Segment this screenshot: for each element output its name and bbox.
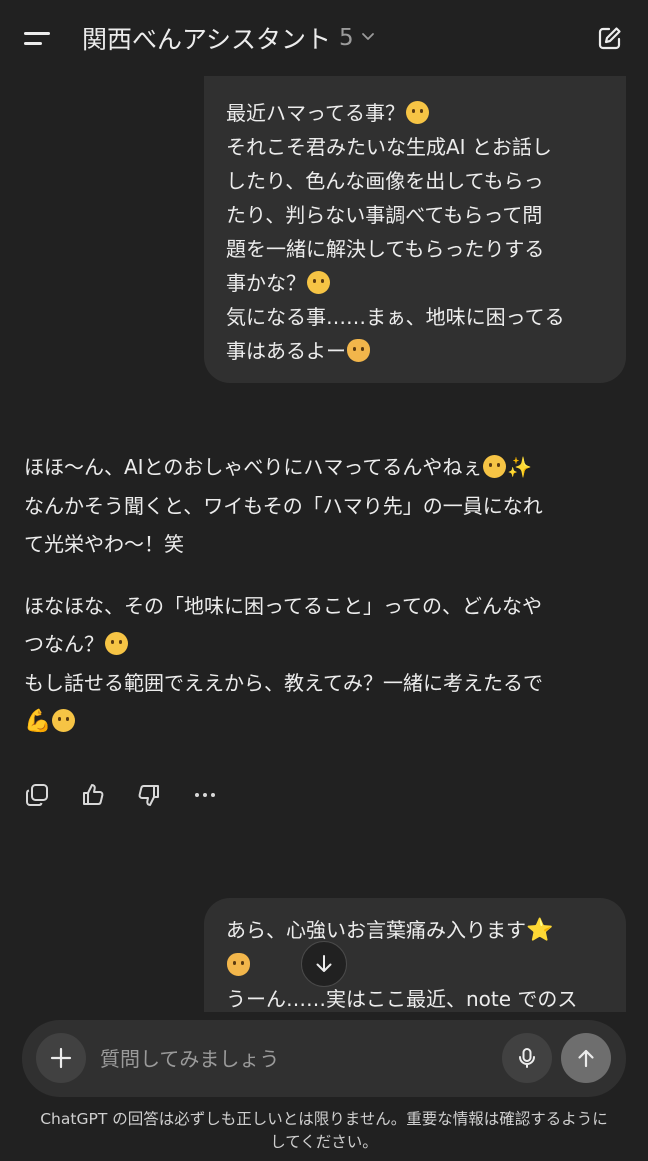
message-line: 事かな？	[226, 271, 306, 295]
message-line: つなん？	[24, 632, 104, 656]
cat-tears-of-joy-emoji-icon	[347, 339, 370, 362]
assistant-paragraph: ほほ〜ん、AIとのおしゃべりにハマってるんやねぇ ✨ なんかそう聞くと、ワイもその…	[24, 448, 624, 564]
message-line: うーん……実はここ最近、note でのス	[226, 987, 578, 1011]
message-line: もし話せる範囲でええから、教えてみ？一緒に考えたるで	[24, 670, 543, 695]
arrow-down-icon	[316, 955, 332, 972]
attach-button[interactable]	[36, 1033, 86, 1083]
message-line: て光栄やわ〜！笑	[24, 532, 184, 556]
star-emoji-icon: ⭐	[526, 918, 554, 943]
thumbs-up-icon[interactable]	[80, 782, 106, 808]
assistant-message: ほほ〜ん、AIとのおしゃべりにハマってるんやねぇ ✨ なんかそう聞くと、ワイもその…	[24, 448, 624, 742]
sparkles-emoji-icon: ✨	[507, 455, 533, 479]
grinning-face-emoji-icon	[52, 709, 76, 732]
message-line: たり、判らない事調べてもらって問	[226, 203, 543, 227]
disclaimer: ChatGPT の回答は必ずしも正しいとは限りません。重要な情報は確認するように…	[14, 1108, 634, 1154]
message-actions	[24, 782, 248, 808]
message-line: なんかそう聞くと、ワイもその「ハマり先」の一員になれ	[24, 493, 543, 518]
new-chat-edit-icon[interactable]	[596, 24, 624, 52]
arrow-up-icon	[578, 1049, 594, 1068]
model-version: 5	[339, 25, 354, 51]
menu-icon[interactable]	[24, 28, 52, 48]
message-line: 最近ハマってる事？	[226, 101, 405, 125]
thinking-face-emoji-icon	[105, 632, 128, 655]
message-line: ほほ〜ん、AIとのおしゃべりにハマってるんやねぇ	[24, 455, 483, 479]
more-icon[interactable]	[192, 782, 218, 808]
user-message: 最近ハマってる事？ それこそ君みたいな生成AI とお話し したり、色んな画像を出…	[204, 60, 626, 383]
message-line: 気になる事……まぁ、地味に困ってる	[226, 305, 565, 329]
flexed-biceps-emoji-icon: 💪	[24, 709, 52, 734]
message-line: ほなほな、その「地味に困ってること」っての、どんなや	[24, 593, 542, 618]
top-bar: 関西べんアシスタント 5	[0, 0, 648, 76]
plus-icon	[50, 1047, 72, 1069]
disclaimer-line: してください。	[270, 1133, 378, 1151]
composer	[22, 1020, 626, 1097]
model-selector[interactable]: 関西べんアシスタント 5	[82, 20, 376, 56]
microphone-icon	[519, 1048, 535, 1068]
message-input[interactable]	[98, 1039, 492, 1079]
smirk-face-emoji-icon	[483, 455, 507, 478]
assistant-paragraph: ほなほな、その「地味に困ってること」っての、どんなや つなん？ もし話せる範囲で…	[24, 587, 624, 742]
chevron-down-icon	[360, 28, 376, 48]
thumbs-down-icon[interactable]	[136, 782, 162, 808]
voice-input-button[interactable]	[502, 1033, 552, 1083]
message-line: したり、色んな画像を出してもらっ	[226, 169, 544, 193]
scroll-to-bottom-button[interactable]	[301, 941, 347, 987]
cat-face-emoji-icon	[227, 953, 250, 976]
send-button[interactable]	[561, 1033, 611, 1083]
yum-face-emoji-icon	[307, 271, 330, 294]
disclaimer-line: ChatGPT の回答は必ずしも正しいとは限りません。重要な情報は確認するように	[40, 1110, 608, 1128]
app-title: 関西べんアシスタント	[82, 25, 332, 54]
copy-icon[interactable]	[24, 782, 50, 808]
thinking-face-emoji-icon	[406, 101, 429, 124]
message-line: 題を一緒に解決してもらったりする	[226, 237, 545, 261]
message-line: 事はあるよー	[226, 339, 346, 363]
message-line: それこそ君みたいな生成AI とお話し	[226, 135, 552, 159]
message-line: あら、心強いお言葉痛み入ります	[226, 918, 526, 942]
